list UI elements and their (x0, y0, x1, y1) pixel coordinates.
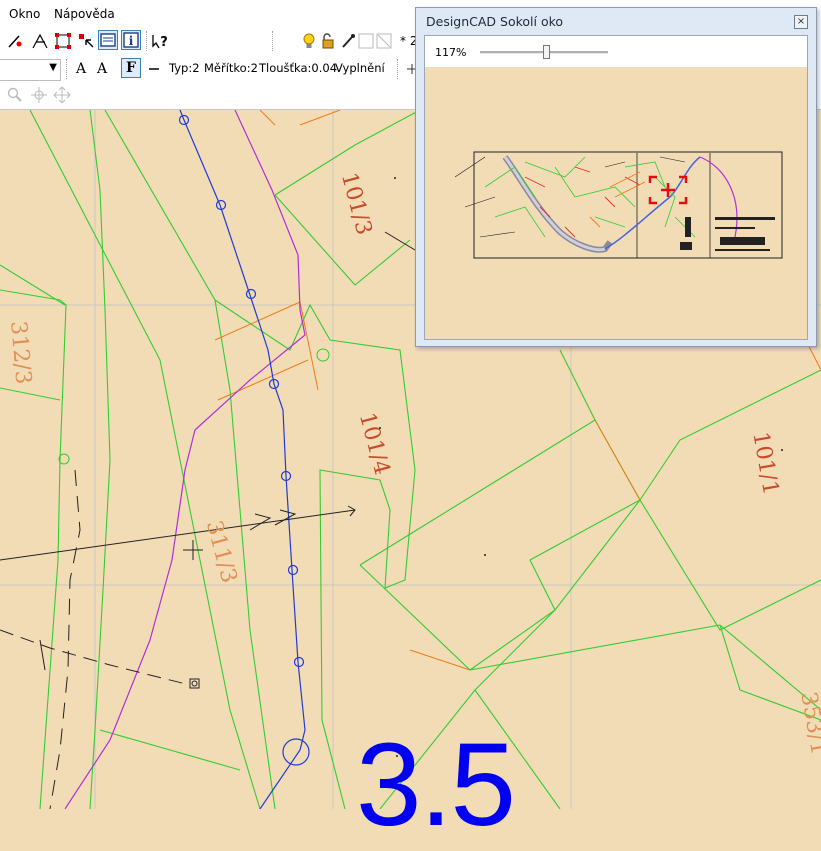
fill-color-swatch[interactable] (356, 31, 376, 51)
fill-toggle-button[interactable]: F (121, 58, 141, 78)
empty-swatch-icon (358, 33, 374, 49)
panel-title: DesignCAD Sokolí oko (426, 14, 564, 29)
pen-line-icon (8, 35, 22, 48)
crosshair-icon (31, 87, 47, 103)
sokoli-oko-panel: DesignCAD Sokolí oko × 117% (415, 7, 817, 347)
node-edit-icon (32, 33, 48, 49)
line-type-button[interactable] (144, 59, 164, 79)
zoom-slider-thumb[interactable] (543, 45, 551, 59)
pan-crosshair-button[interactable] (29, 85, 49, 105)
diagonal-swatch-icon (376, 33, 392, 49)
context-help-button[interactable]: ? (150, 31, 170, 51)
window-layers-icon (100, 33, 116, 47)
selection-box-icon (55, 33, 71, 49)
layer-lock-button[interactable] (318, 31, 338, 51)
scale-value[interactable]: Měřítko:2 (204, 61, 258, 75)
info-icon: i (123, 32, 139, 48)
font-icon: A (96, 61, 108, 77)
fill-icon: F (126, 60, 136, 76)
svg-text:?: ? (160, 35, 168, 50)
menu-item-okno[interactable]: Okno (9, 7, 40, 21)
svg-text:i: i (129, 34, 134, 48)
overview-preview[interactable] (425, 67, 807, 339)
move-arrows-icon (53, 86, 71, 104)
zoom-lens-icon (7, 87, 22, 102)
layer-dropdown[interactable]: ▼ (0, 59, 61, 81)
zoom-level-label: 117% (435, 46, 467, 59)
color-picker-button[interactable] (338, 31, 358, 51)
close-panel-button[interactable]: × (794, 15, 808, 29)
move-view-button[interactable] (52, 85, 72, 105)
menu-item-napoveda[interactable]: Nápověda (54, 7, 115, 21)
line-style-swatch[interactable] (374, 31, 394, 51)
toolbar-separator (66, 59, 68, 79)
big-dimension-label: 3.5 (356, 719, 516, 851)
text-style-icon: A (75, 61, 87, 77)
toolbar-separator (397, 59, 399, 79)
pointer-select-icon (79, 34, 94, 48)
zoom-bar: 117% (425, 36, 807, 67)
pointer-select-tool-button[interactable] (76, 31, 96, 51)
thickness-value[interactable]: Tloušťka:0.04 (259, 61, 337, 75)
close-icon: × (796, 16, 806, 27)
unlocked-padlock-icon (322, 33, 334, 49)
layer-visibility-button[interactable] (299, 31, 319, 51)
selection-box-tool-button[interactable] (53, 31, 73, 51)
node-edit-tool-button[interactable] (30, 31, 50, 51)
info-panel-button[interactable]: i (121, 30, 141, 50)
panel-content: 117% (424, 35, 808, 340)
toolbar-separator (146, 31, 148, 51)
eyedropper-icon (342, 34, 355, 48)
text-font-button[interactable]: A (92, 59, 112, 79)
light-bulb-icon (303, 33, 315, 48)
line-type-value[interactable]: Typ:2 (169, 61, 200, 75)
zoom-window-button[interactable] (5, 85, 25, 105)
line-dash-icon (149, 68, 159, 70)
fill-value[interactable]: Vyplnění (335, 61, 391, 75)
text-style-button[interactable]: A (71, 59, 91, 79)
toolbar-separator (272, 31, 274, 51)
dropdown-arrow-icon: ▼ (49, 62, 57, 73)
layers-panel-button[interactable] (98, 30, 118, 50)
draw-line-tool-button[interactable] (6, 31, 26, 51)
overview-drawing (454, 151, 783, 259)
help-pointer-icon: ? (152, 35, 168, 50)
